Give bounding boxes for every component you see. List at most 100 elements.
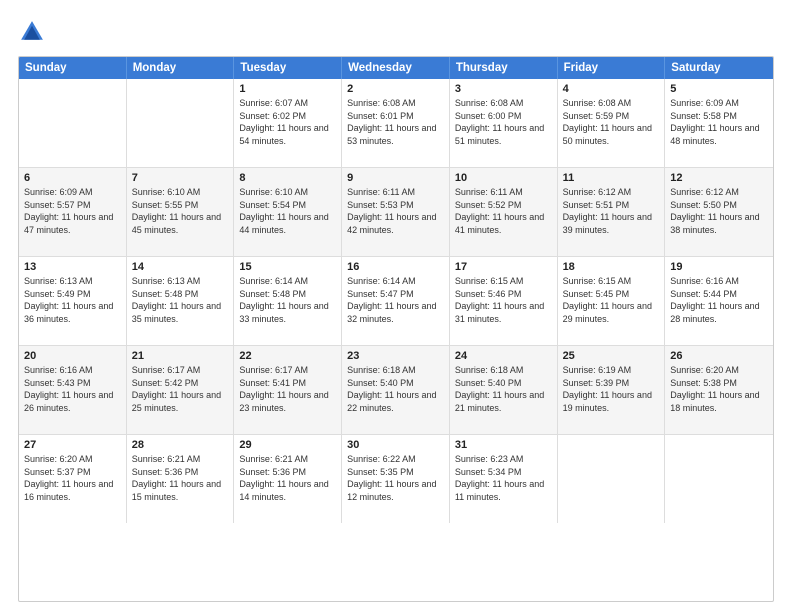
calendar-cell [558,435,666,523]
day-number: 9 [347,172,444,184]
calendar-cell [19,79,127,167]
day-info: Sunrise: 6:14 AM Sunset: 5:47 PM Dayligh… [347,275,444,325]
day-number: 11 [563,172,660,184]
day-number: 18 [563,261,660,273]
day-number: 2 [347,83,444,95]
day-number: 20 [24,350,121,362]
day-number: 6 [24,172,121,184]
day-number: 8 [239,172,336,184]
calendar-cell: 6 Sunrise: 6:09 AM Sunset: 5:57 PM Daylig… [19,168,127,256]
day-number: 21 [132,350,229,362]
page: SundayMondayTuesdayWednesdayThursdayFrid… [0,0,792,612]
calendar-cell: 19Sunrise: 6:16 AM Sunset: 5:44 PM Dayli… [665,257,773,345]
day-info: Sunrise: 6:17 AM Sunset: 5:41 PM Dayligh… [239,364,336,414]
day-info: Sunrise: 6:13 AM Sunset: 5:48 PM Dayligh… [132,275,229,325]
calendar-cell: 20 Sunrise: 6:16 AM Sunset: 5:43 PM Dayli… [19,346,127,434]
day-number: 28 [132,439,229,451]
day-info: Sunrise: 6:11 AM Sunset: 5:53 PM Dayligh… [347,186,444,236]
day-info: Sunrise: 6:08 AM Sunset: 6:00 PM Dayligh… [455,97,552,147]
day-number: 15 [239,261,336,273]
day-number: 30 [347,439,444,451]
day-info: Sunrise: 6:15 AM Sunset: 5:46 PM Dayligh… [455,275,552,325]
calendar-cell: 10 Sunrise: 6:11 AM Sunset: 5:52 PM Dayli… [450,168,558,256]
calendar-cell: 23 Sunrise: 6:18 AM Sunset: 5:40 PM Dayli… [342,346,450,434]
calendar-row: 27Sunrise: 6:20 AM Sunset: 5:37 PM Dayli… [19,435,773,523]
weekday-header: Saturday [665,57,773,79]
day-number: 5 [670,83,768,95]
day-info: Sunrise: 6:12 AM Sunset: 5:50 PM Dayligh… [670,186,768,236]
day-number: 10 [455,172,552,184]
day-info: Sunrise: 6:08 AM Sunset: 6:01 PM Dayligh… [347,97,444,147]
day-info: Sunrise: 6:21 AM Sunset: 5:36 PM Dayligh… [239,453,336,503]
day-number: 3 [455,83,552,95]
day-number: 14 [132,261,229,273]
day-number: 23 [347,350,444,362]
day-info: Sunrise: 6:22 AM Sunset: 5:35 PM Dayligh… [347,453,444,503]
day-info: Sunrise: 6:10 AM Sunset: 5:55 PM Dayligh… [132,186,229,236]
day-number: 26 [670,350,768,362]
day-number: 17 [455,261,552,273]
calendar-row: 20 Sunrise: 6:16 AM Sunset: 5:43 PM Dayli… [19,346,773,435]
weekday-header: Friday [558,57,666,79]
calendar-cell: 14 Sunrise: 6:13 AM Sunset: 5:48 PM Dayli… [127,257,235,345]
calendar-cell: 29 Sunrise: 6:21 AM Sunset: 5:36 PM Dayli… [234,435,342,523]
day-info: Sunrise: 6:18 AM Sunset: 5:40 PM Dayligh… [347,364,444,414]
calendar-cell: 21Sunrise: 6:17 AM Sunset: 5:42 PM Dayli… [127,346,235,434]
day-info: Sunrise: 6:11 AM Sunset: 5:52 PM Dayligh… [455,186,552,236]
weekday-header: Monday [127,57,235,79]
logo [18,18,50,46]
day-info: Sunrise: 6:15 AM Sunset: 5:45 PM Dayligh… [563,275,660,325]
calendar-cell: 22 Sunrise: 6:17 AM Sunset: 5:41 PM Dayli… [234,346,342,434]
calendar-cell: 11 Sunrise: 6:12 AM Sunset: 5:51 PM Dayli… [558,168,666,256]
day-info: Sunrise: 6:10 AM Sunset: 5:54 PM Dayligh… [239,186,336,236]
day-number: 29 [239,439,336,451]
day-info: Sunrise: 6:08 AM Sunset: 5:59 PM Dayligh… [563,97,660,147]
weekday-header: Thursday [450,57,558,79]
day-info: Sunrise: 6:09 AM Sunset: 5:57 PM Dayligh… [24,186,121,236]
day-number: 25 [563,350,660,362]
calendar-cell [665,435,773,523]
calendar-cell: 18 Sunrise: 6:15 AM Sunset: 5:45 PM Dayli… [558,257,666,345]
calendar-cell: 1Sunrise: 6:07 AM Sunset: 6:02 PM Daylig… [234,79,342,167]
calendar-cell: 5 Sunrise: 6:09 AM Sunset: 5:58 PM Daylig… [665,79,773,167]
calendar: SundayMondayTuesdayWednesdayThursdayFrid… [18,56,774,602]
calendar-cell: 13 Sunrise: 6:13 AM Sunset: 5:49 PM Dayli… [19,257,127,345]
calendar-cell: 31 Sunrise: 6:23 AM Sunset: 5:34 PM Dayli… [450,435,558,523]
day-info: Sunrise: 6:20 AM Sunset: 5:38 PM Dayligh… [670,364,768,414]
day-number: 1 [239,83,336,95]
calendar-cell: 27Sunrise: 6:20 AM Sunset: 5:37 PM Dayli… [19,435,127,523]
day-info: Sunrise: 6:21 AM Sunset: 5:36 PM Dayligh… [132,453,229,503]
calendar-cell: 9 Sunrise: 6:11 AM Sunset: 5:53 PM Daylig… [342,168,450,256]
calendar-cell: 28 Sunrise: 6:21 AM Sunset: 5:36 PM Dayli… [127,435,235,523]
day-info: Sunrise: 6:18 AM Sunset: 5:40 PM Dayligh… [455,364,552,414]
weekday-header: Wednesday [342,57,450,79]
day-number: 31 [455,439,552,451]
weekday-header: Tuesday [234,57,342,79]
calendar-cell: 24Sunrise: 6:18 AM Sunset: 5:40 PM Dayli… [450,346,558,434]
day-number: 4 [563,83,660,95]
calendar-cell: 3 Sunrise: 6:08 AM Sunset: 6:00 PM Daylig… [450,79,558,167]
day-number: 12 [670,172,768,184]
day-info: Sunrise: 6:23 AM Sunset: 5:34 PM Dayligh… [455,453,552,503]
day-number: 22 [239,350,336,362]
day-info: Sunrise: 6:16 AM Sunset: 5:44 PM Dayligh… [670,275,768,325]
day-number: 16 [347,261,444,273]
calendar-cell: 15 Sunrise: 6:14 AM Sunset: 5:48 PM Dayli… [234,257,342,345]
calendar-body: 1Sunrise: 6:07 AM Sunset: 6:02 PM Daylig… [19,79,773,523]
calendar-row: 13 Sunrise: 6:13 AM Sunset: 5:49 PM Dayli… [19,257,773,346]
calendar-cell: 26 Sunrise: 6:20 AM Sunset: 5:38 PM Dayli… [665,346,773,434]
day-info: Sunrise: 6:20 AM Sunset: 5:37 PM Dayligh… [24,453,121,503]
calendar-cell [127,79,235,167]
day-number: 7 [132,172,229,184]
calendar-cell: 12 Sunrise: 6:12 AM Sunset: 5:50 PM Dayli… [665,168,773,256]
day-number: 13 [24,261,121,273]
calendar-cell: 7 Sunrise: 6:10 AM Sunset: 5:55 PM Daylig… [127,168,235,256]
day-info: Sunrise: 6:13 AM Sunset: 5:49 PM Dayligh… [24,275,121,325]
day-info: Sunrise: 6:14 AM Sunset: 5:48 PM Dayligh… [239,275,336,325]
calendar-row: 1Sunrise: 6:07 AM Sunset: 6:02 PM Daylig… [19,79,773,168]
day-info: Sunrise: 6:12 AM Sunset: 5:51 PM Dayligh… [563,186,660,236]
calendar-cell: 17 Sunrise: 6:15 AM Sunset: 5:46 PM Dayli… [450,257,558,345]
calendar-cell: 25Sunrise: 6:19 AM Sunset: 5:39 PM Dayli… [558,346,666,434]
day-info: Sunrise: 6:09 AM Sunset: 5:58 PM Dayligh… [670,97,768,147]
day-info: Sunrise: 6:16 AM Sunset: 5:43 PM Dayligh… [24,364,121,414]
